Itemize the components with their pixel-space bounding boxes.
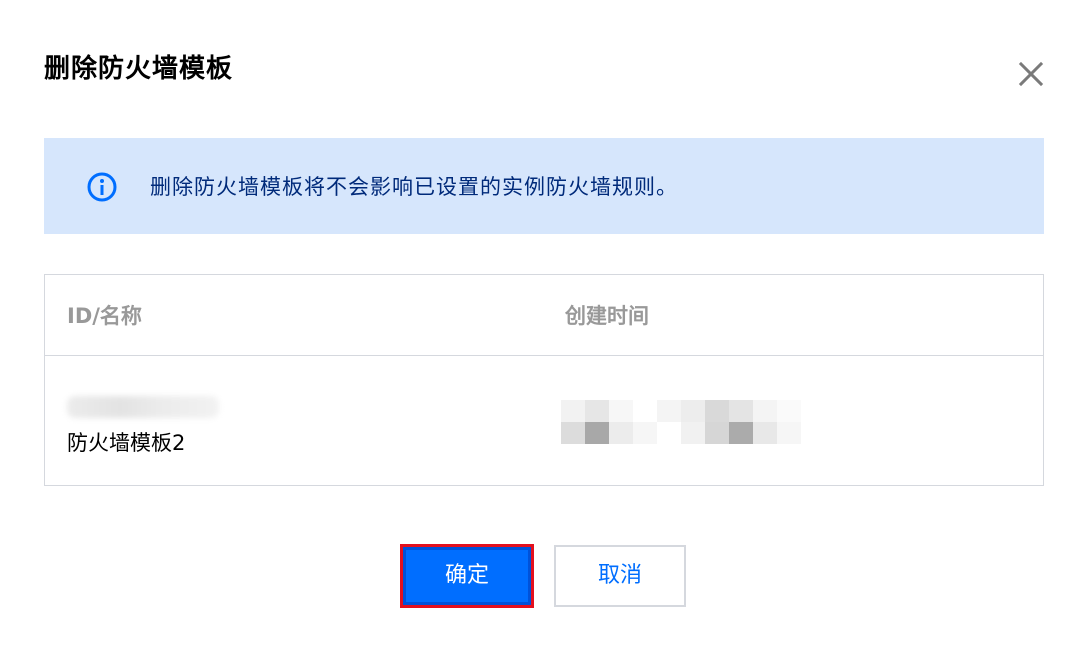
confirm-button[interactable]: 确定 — [400, 544, 534, 608]
info-icon — [86, 171, 118, 203]
table-header: ID/名称 创建时间 — [45, 275, 1043, 356]
redacted-created-time — [561, 400, 801, 444]
table-row: 防火墙模板2 — [45, 356, 1043, 485]
delete-template-dialog: 删除防火墙模板 删除防火墙模板将不会影响已设置的实例防火墙规则。 ID/名称 创… — [0, 0, 1075, 652]
template-table: ID/名称 创建时间 防火墙模板2 — [44, 274, 1044, 486]
dialog-title: 删除防火墙模板 — [44, 54, 234, 84]
cancel-button-label: 取消 — [597, 563, 642, 588]
redacted-template-id — [67, 396, 219, 418]
template-name: 防火墙模板2 — [67, 431, 186, 455]
column-header-created-time: 创建时间 — [565, 304, 649, 328]
close-button[interactable] — [1014, 57, 1048, 91]
confirm-button-label: 确定 — [444, 563, 489, 588]
cancel-button[interactable]: 取消 — [554, 545, 686, 607]
close-icon[interactable] — [1014, 57, 1048, 91]
alert-message: 删除防火墙模板将不会影响已设置的实例防火墙规则。 — [150, 175, 678, 199]
column-header-id-name: ID/名称 — [67, 304, 142, 328]
